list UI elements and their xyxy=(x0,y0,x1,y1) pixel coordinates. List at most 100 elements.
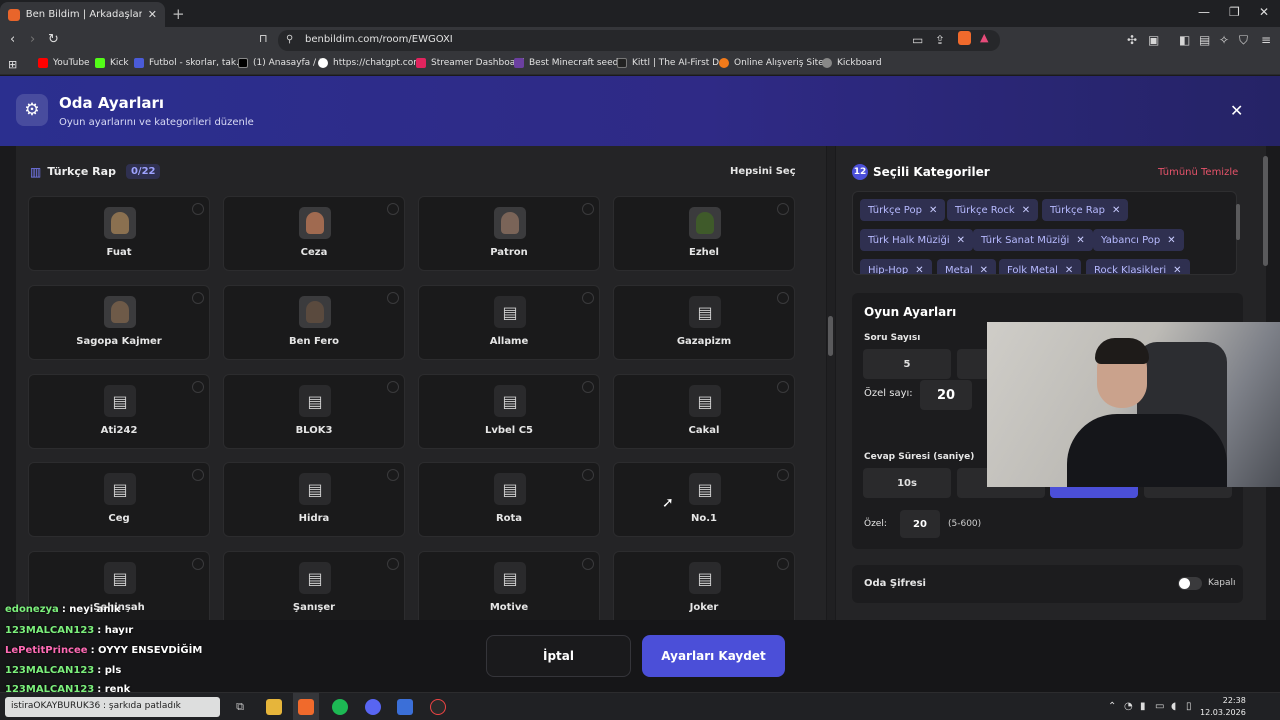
bookmark-youtube[interactable]: YouTube xyxy=(38,58,90,68)
artist-card[interactable]: ▤ Şanışer xyxy=(223,551,405,620)
tray-chevron-icon[interactable]: ⌃ xyxy=(1108,701,1116,712)
sidebar-icon[interactable]: ◧ xyxy=(1179,33,1190,47)
remove-chip-icon[interactable]: ✕ xyxy=(1167,235,1175,246)
artist-card[interactable]: ▤ Allame xyxy=(418,285,600,360)
bookmark-icon[interactable]: ⊓ xyxy=(259,32,268,45)
system-clock[interactable]: 22:38 12.03.2026 xyxy=(1200,695,1246,719)
artist-card[interactable]: ▤ Lvbel C5 xyxy=(418,374,600,449)
network-icon[interactable]: ▭ xyxy=(1155,701,1164,712)
artist-select-radio[interactable] xyxy=(192,203,204,215)
artist-select-radio[interactable] xyxy=(387,292,399,304)
brave-shield-icon[interactable] xyxy=(958,31,971,45)
window-close-icon[interactable]: ✕ xyxy=(1259,5,1269,19)
cast-icon[interactable]: ▭ xyxy=(912,33,923,47)
battery-icon[interactable]: ▯ xyxy=(1186,701,1192,712)
tray-app-icon[interactable]: ◔ xyxy=(1124,701,1133,712)
answer-time-option[interactable]: 10s xyxy=(863,468,951,498)
artist-card[interactable]: ▤ Gazapizm xyxy=(613,285,795,360)
artist-card[interactable]: ▤ Rota xyxy=(418,462,600,537)
brave-browser-icon[interactable] xyxy=(298,699,314,715)
spotify-icon[interactable] xyxy=(332,699,348,715)
custom-count-input[interactable]: 20 xyxy=(920,380,972,410)
artist-select-radio[interactable] xyxy=(192,292,204,304)
file-explorer-icon[interactable] xyxy=(266,699,282,715)
restore-icon[interactable]: ❐ xyxy=(1229,5,1240,19)
artist-card[interactable]: Patron xyxy=(418,196,600,271)
selected-category-chip[interactable]: Folk Metal ✕ xyxy=(999,259,1082,275)
artist-card[interactable]: ▤ Ceg xyxy=(28,462,210,537)
artist-card[interactable]: ▤ Joker xyxy=(613,551,795,620)
selected-category-chip[interactable]: Türk Sanat Müziği ✕ xyxy=(973,229,1093,251)
remove-chip-icon[interactable]: ✕ xyxy=(1173,265,1181,275)
artist-card[interactable]: ▤ Cakal xyxy=(613,374,795,449)
remove-chip-icon[interactable]: ✕ xyxy=(980,265,988,275)
artist-card[interactable]: ▤ Ati242 xyxy=(28,374,210,449)
forward-icon[interactable]: › xyxy=(30,32,35,47)
bookmark-kickboard[interactable]: Kickboard xyxy=(822,58,882,68)
custom-time-input[interactable]: 20 xyxy=(900,510,940,538)
selected-category-chip[interactable]: Türkçe Rap ✕ xyxy=(1042,199,1129,221)
selected-category-chip[interactable]: Metal ✕ xyxy=(937,259,996,275)
bookmark-kittl[interactable]: Kittl | The AI-First D... xyxy=(617,58,728,68)
wallet-icon[interactable]: ▤ xyxy=(1199,33,1210,47)
selected-category-chip[interactable]: Türkçe Pop ✕ xyxy=(860,199,946,221)
apps-grid-icon[interactable]: ⊞ xyxy=(8,58,17,71)
scrollbar-thumb[interactable] xyxy=(1263,156,1268,266)
artist-card[interactable]: Ceza xyxy=(223,196,405,271)
extensions-icon[interactable]: ✣ xyxy=(1127,33,1137,47)
bookmark-futbol[interactable]: Futbol - skorlar, tak... xyxy=(134,58,245,68)
artist-select-radio[interactable] xyxy=(582,292,594,304)
artist-card[interactable]: Fuat xyxy=(28,196,210,271)
obs-icon[interactable] xyxy=(430,699,446,715)
site-info-icon[interactable]: ⚲ xyxy=(286,34,293,45)
artist-card[interactable]: ▤ No.1 xyxy=(613,462,795,537)
remove-chip-icon[interactable]: ✕ xyxy=(915,265,923,275)
artist-card[interactable]: Ezhel xyxy=(613,196,795,271)
cancel-button[interactable]: İptal xyxy=(486,635,631,677)
artist-select-radio[interactable] xyxy=(192,381,204,393)
tab-close-icon[interactable]: ✕ xyxy=(148,8,157,21)
select-all-button[interactable]: Hepsini Seç xyxy=(730,166,796,177)
discord-icon[interactable] xyxy=(365,699,381,715)
question-count-option[interactable]: 5 xyxy=(863,349,951,379)
bookmark-streamer-dashboard[interactable]: Streamer Dashboard xyxy=(416,58,525,68)
selected-category-chip[interactable]: Hip-Hop ✕ xyxy=(860,259,932,275)
remove-chip-icon[interactable]: ✕ xyxy=(957,235,965,246)
artist-select-radio[interactable] xyxy=(777,558,789,570)
new-tab-icon[interactable]: + xyxy=(172,5,185,23)
tab-search-icon[interactable]: ▣ xyxy=(1148,33,1159,47)
clear-all-button[interactable]: Tümünü Temizle xyxy=(1158,167,1238,178)
back-icon[interactable]: ‹ xyxy=(10,32,15,47)
artist-select-radio[interactable] xyxy=(582,558,594,570)
url-field[interactable]: ⚲ benbildim.com/room/EWGOXI xyxy=(278,30,1000,51)
remove-chip-icon[interactable]: ✕ xyxy=(1112,205,1120,216)
minimize-icon[interactable]: — xyxy=(1198,5,1210,19)
artist-card[interactable]: ▤ Hidra xyxy=(223,462,405,537)
artist-card[interactable]: Sagopa Kajmer xyxy=(28,285,210,360)
artist-select-radio[interactable] xyxy=(777,469,789,481)
vpn-icon[interactable]: ⛉ xyxy=(1239,33,1248,48)
remove-chip-icon[interactable]: ✕ xyxy=(929,205,937,216)
bookmark-kick[interactable]: Kick xyxy=(95,58,129,68)
bookmark-chatgpt[interactable]: https://chatgpt.com/ xyxy=(318,58,425,68)
bookmark-minecraft[interactable]: Best Minecraft seed... xyxy=(514,58,627,68)
scrollbar-thumb[interactable] xyxy=(828,316,833,356)
remove-chip-icon[interactable]: ✕ xyxy=(1065,265,1073,275)
app-icon[interactable] xyxy=(397,699,413,715)
bookmark-online-alisveris[interactable]: Online Alışveriş Site... xyxy=(719,58,832,68)
artist-select-radio[interactable] xyxy=(777,381,789,393)
remove-chip-icon[interactable]: ✕ xyxy=(1022,205,1030,216)
artist-select-radio[interactable] xyxy=(582,203,594,215)
artist-select-radio[interactable] xyxy=(777,203,789,215)
microphone-icon[interactable]: ▮ xyxy=(1140,701,1146,712)
remove-chip-icon[interactable]: ✕ xyxy=(1076,235,1084,246)
category-scrollbar[interactable] xyxy=(827,146,835,620)
task-view-icon[interactable]: ⧉ xyxy=(232,699,248,715)
selected-category-chip[interactable]: Türkçe Rock ✕ xyxy=(947,199,1039,221)
selected-category-chip[interactable]: Türk Halk Müziği ✕ xyxy=(860,229,974,251)
chips-scrollbar[interactable] xyxy=(1236,194,1242,274)
close-icon[interactable]: ✕ xyxy=(1230,101,1243,120)
artist-card[interactable]: ▤ Motive xyxy=(418,551,600,620)
artist-card[interactable]: Ben Fero xyxy=(223,285,405,360)
artist-select-radio[interactable] xyxy=(387,203,399,215)
